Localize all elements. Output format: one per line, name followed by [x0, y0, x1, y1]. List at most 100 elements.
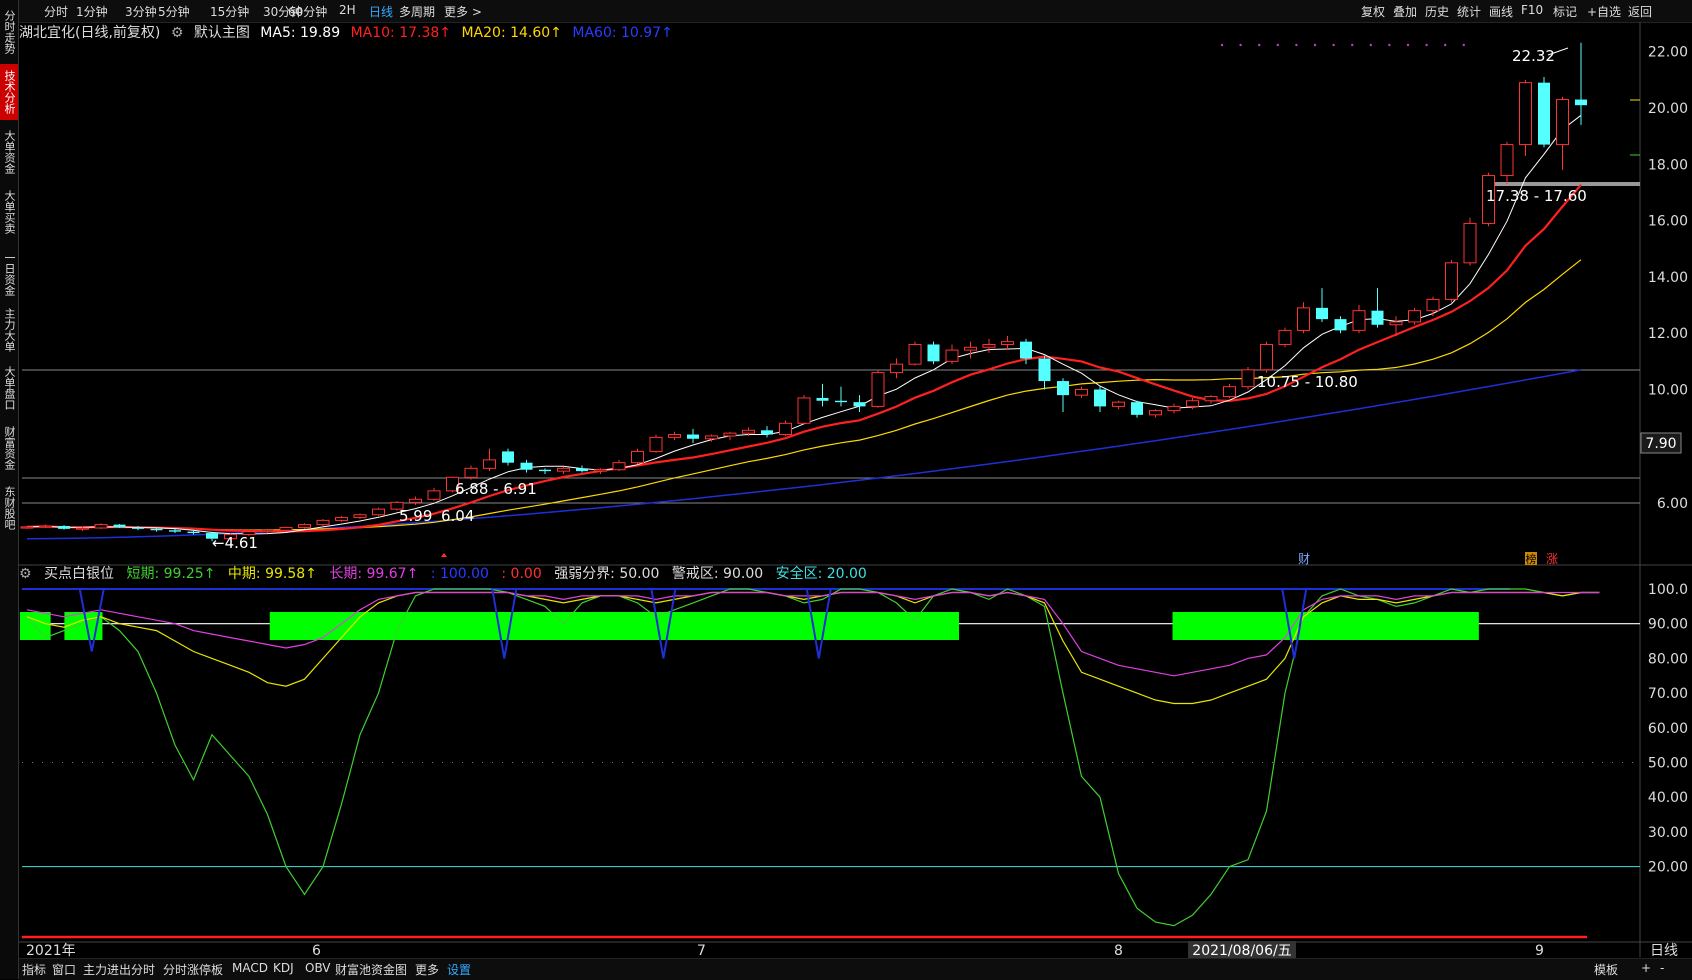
candle-body-29	[557, 467, 570, 472]
ma20-line	[26, 259, 1582, 531]
annotation-range-3: 6.88 - 6.91	[455, 480, 537, 498]
indicator-y-tick-8: 20.00	[1648, 860, 1688, 876]
bottom-item-7[interactable]: 财富池资金图	[335, 961, 407, 978]
annotation-range-1: 17.38 - 17.60	[1486, 187, 1587, 205]
ma10-line	[26, 184, 1582, 533]
signal-block-5	[697, 612, 747, 640]
candle-body-51	[964, 346, 977, 351]
indicator-y-tick-4: 60.00	[1648, 721, 1688, 737]
candle-body-37	[705, 435, 718, 440]
candle-body-21	[409, 498, 422, 503]
current-price-label: 7.90	[1645, 436, 1676, 452]
candle-body-78	[1463, 222, 1477, 264]
candle-body-2	[58, 526, 70, 529]
candle-body-73	[1371, 310, 1384, 325]
candle-body-0	[20, 526, 34, 529]
event-marker-cai: 财	[1298, 552, 1310, 566]
bottom-right-0[interactable]: 模板	[1594, 961, 1618, 978]
candle-body-34	[649, 436, 663, 452]
signal-block-6	[739, 612, 817, 640]
indicator-y-tick-2: 80.00	[1648, 651, 1688, 667]
candle-body-54	[1020, 341, 1032, 359]
indicator-y-tick-5: 50.00	[1648, 756, 1688, 772]
top-dot-4	[1295, 43, 1298, 47]
candle-body-46	[871, 372, 885, 407]
bottom-right-2[interactable]: -	[1660, 961, 1664, 975]
candle-body-40	[761, 430, 773, 435]
x-tick-1: 6	[312, 943, 321, 959]
indicator-y-tick-0: 100.0	[1648, 582, 1688, 598]
candle-body-50	[945, 349, 959, 362]
bottom-item-6[interactable]: OBV	[305, 961, 331, 975]
candle-body-33	[631, 450, 644, 464]
candle-body-83	[1556, 99, 1569, 146]
top-dot-5	[1313, 43, 1317, 47]
candle-body-25	[483, 459, 496, 469]
period-label: 日线	[1650, 943, 1678, 959]
bottom-item-1[interactable]: 窗口	[52, 961, 76, 978]
candle-body-41	[779, 422, 792, 436]
candle-body-74	[1389, 321, 1403, 326]
top-dot-10	[1406, 43, 1410, 47]
candle-body-75	[1408, 310, 1421, 323]
candle-body-42	[797, 397, 811, 424]
price-y-tick-4: 14.00	[1648, 270, 1688, 286]
signal-block-2	[269, 612, 508, 640]
bottom-item-4[interactable]: MACD	[232, 961, 268, 975]
top-dot-3	[1276, 43, 1280, 47]
candle-body-61	[1149, 410, 1162, 416]
indicator-y-tick-1: 90.00	[1648, 617, 1688, 633]
candle-body-81	[1519, 82, 1532, 146]
candle-body-56	[1057, 381, 1069, 396]
top-dot-11	[1425, 43, 1428, 47]
bottom-item-3[interactable]: 分时涨停板	[163, 961, 223, 978]
price-y-tick-2: 18.00	[1648, 157, 1688, 173]
bottom-item-9[interactable]: 设置	[447, 961, 471, 978]
candle-body-58	[1094, 389, 1106, 407]
price-y-tick-5: 12.00	[1648, 326, 1688, 342]
top-dot-13	[1462, 43, 1466, 47]
bottom-item-0[interactable]: 指标	[22, 961, 46, 978]
price-y-tick-3: 16.00	[1648, 214, 1688, 230]
indicator-y-tick-6: 40.00	[1648, 790, 1688, 806]
chart-canvas[interactable]: 22.00 20.00 18.00 16.00 14.00 12.00 10.00 6.00 7…	[0, 0, 1692, 979]
signal-block-7	[815, 612, 959, 640]
candle-body-1	[39, 525, 52, 528]
candle-body-77	[1445, 262, 1458, 300]
candle-body-3	[76, 527, 89, 530]
candle-body-68	[1278, 329, 1292, 345]
price-y-tick-0: 22.00	[1648, 45, 1688, 61]
top-dot-8	[1369, 43, 1373, 47]
top-dot-9	[1388, 43, 1391, 47]
bottom-item-8[interactable]: 更多	[415, 961, 439, 978]
annotation-high: 22.32	[1512, 47, 1555, 65]
candle-body-63	[1186, 400, 1199, 407]
candle-body-27	[520, 462, 533, 470]
candle-body-5	[113, 524, 126, 528]
event-marker-zhang: 涨	[1546, 551, 1558, 566]
candle-body-80	[1500, 144, 1514, 177]
candle-body-45	[853, 402, 866, 407]
candle-body-82	[1538, 82, 1550, 145]
candle-body-65	[1223, 386, 1236, 398]
price-y-tick-6: 10.00	[1648, 383, 1688, 399]
candle-body-24	[464, 467, 478, 478]
indicator-y-tick-7: 30.00	[1648, 825, 1688, 841]
candle-body-19	[372, 508, 385, 516]
annotation-low-a: 5.99	[399, 507, 432, 525]
x-tick-4: 2021/08/06/五	[1192, 943, 1291, 959]
candle-body-7	[150, 528, 163, 531]
candle-body-67	[1260, 343, 1273, 371]
bottom-right-1[interactable]: +	[1641, 961, 1651, 975]
indicator-y-tick-3: 70.00	[1648, 686, 1688, 702]
bottom-item-2[interactable]: 主力进出分时	[83, 961, 155, 978]
candle-body-18	[353, 514, 367, 519]
bottom-item-5[interactable]: KDJ	[273, 961, 294, 975]
annotation-low-b: 6.04	[441, 507, 474, 525]
candle-body-53	[1001, 341, 1014, 345]
candle-body-66	[1241, 369, 1255, 388]
candle-body-59	[1112, 401, 1125, 407]
candle-body-36	[687, 434, 699, 439]
top-dot-2	[1258, 43, 1261, 47]
candle-body-28	[539, 469, 551, 472]
